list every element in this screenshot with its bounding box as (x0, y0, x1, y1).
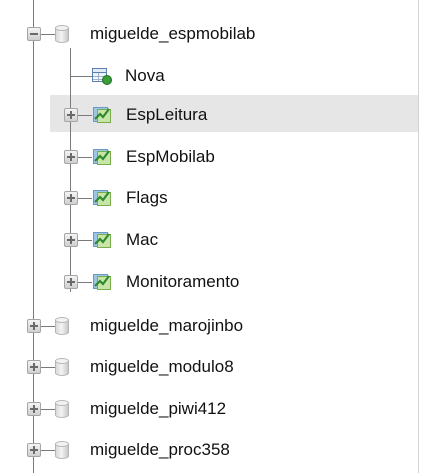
database-label[interactable]: miguelde_proc358 (90, 440, 230, 460)
database-label[interactable]: miguelde_marojinbo (90, 316, 243, 336)
database-icon (55, 441, 69, 459)
table-label[interactable]: EspLeitura (126, 105, 207, 125)
table-label[interactable]: EspMobilab (126, 147, 215, 167)
database-label[interactable]: miguelde_modulo8 (90, 357, 234, 377)
new-table-icon (92, 67, 112, 85)
database-navigation-tree: miguelde_espmobilab Nova EspLeitura EspM… (0, 0, 431, 473)
table-icon (92, 148, 112, 166)
table-icon (92, 273, 112, 291)
tree-line-children (70, 48, 71, 292)
database-icon (55, 317, 69, 335)
tree-line-nova (70, 76, 92, 77)
collapse-toggle-icon[interactable] (27, 27, 41, 41)
database-label[interactable]: miguelde_espmobilab (90, 24, 255, 44)
database-icon (55, 358, 69, 376)
table-icon (92, 106, 112, 124)
database-icon (55, 400, 69, 418)
expand-toggle-icon[interactable] (64, 150, 78, 164)
expand-toggle-icon[interactable] (64, 191, 78, 205)
expand-toggle-icon[interactable] (64, 275, 78, 289)
table-label[interactable]: Monitoramento (126, 272, 239, 292)
expand-toggle-icon[interactable] (64, 108, 78, 122)
new-table-label[interactable]: Nova (125, 66, 165, 86)
expand-toggle-icon[interactable] (27, 402, 41, 416)
expand-toggle-icon[interactable] (27, 360, 41, 374)
table-label[interactable]: Flags (126, 188, 168, 208)
table-icon (92, 231, 112, 249)
expand-toggle-icon[interactable] (27, 443, 41, 457)
database-label[interactable]: miguelde_piwi412 (90, 399, 226, 419)
table-label[interactable]: Mac (126, 230, 158, 250)
database-icon (55, 25, 69, 43)
expand-toggle-icon[interactable] (64, 233, 78, 247)
panel-edge (418, 0, 419, 473)
expand-toggle-icon[interactable] (27, 319, 41, 333)
table-icon (92, 189, 112, 207)
